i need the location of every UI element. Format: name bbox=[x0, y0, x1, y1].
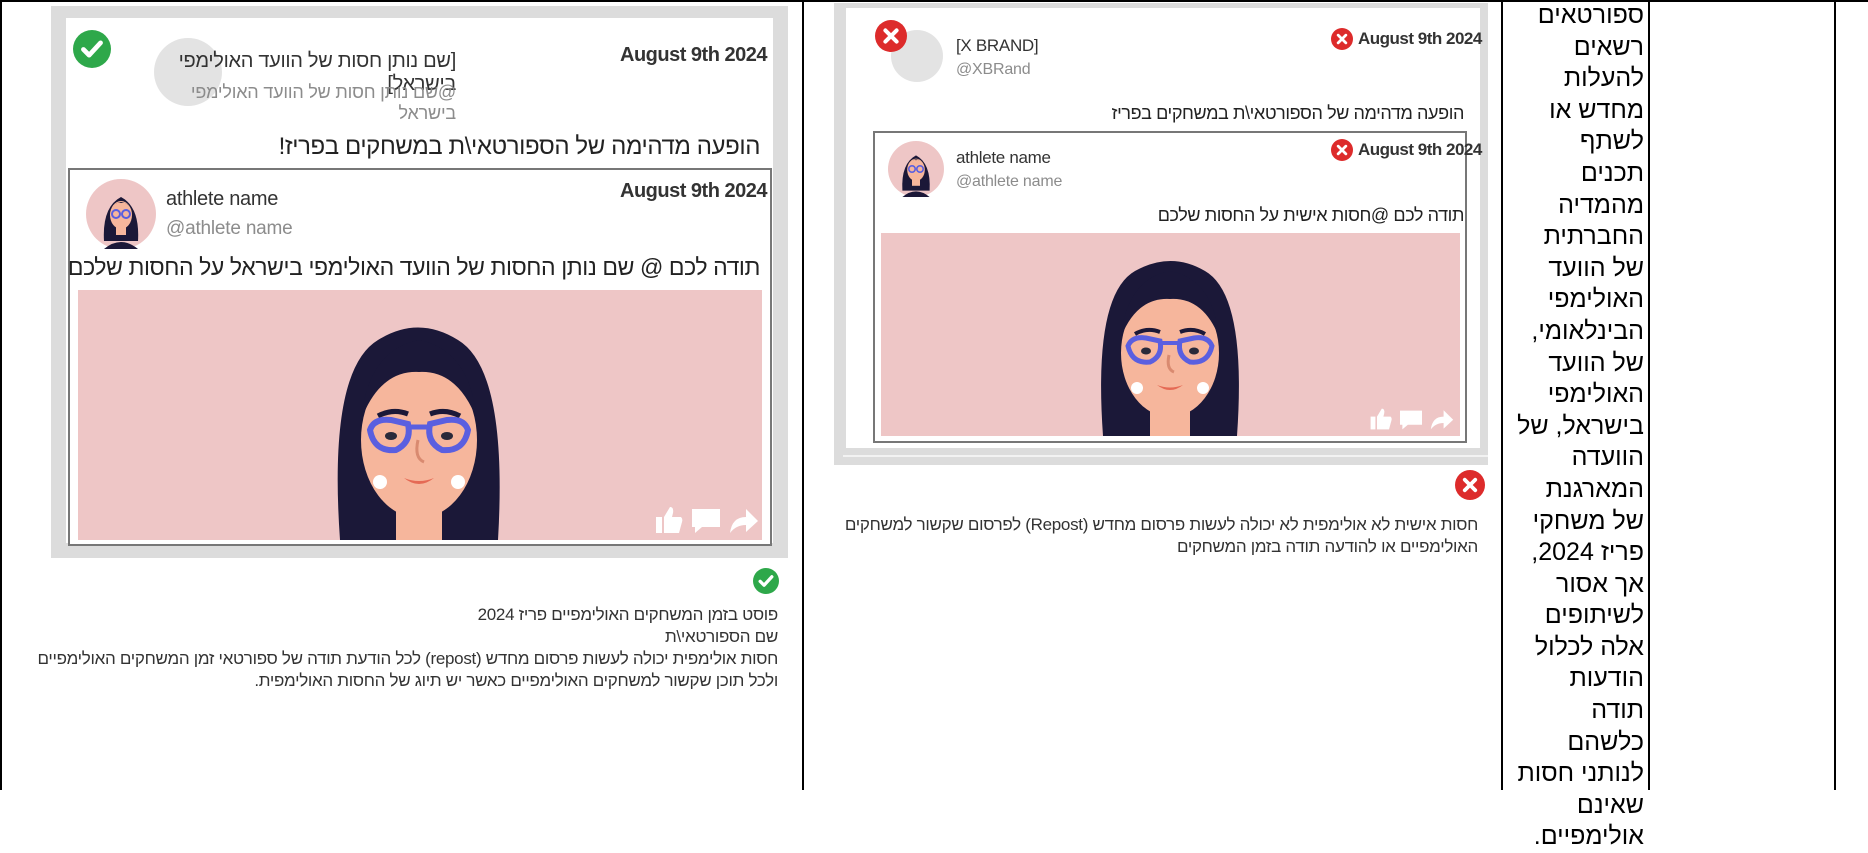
left-quoted-text: תודה לכם @ שם נותן החסות של הוועד האולימ… bbox=[67, 254, 761, 280]
left-post-text: הופעה מדהימה של הספורטאי\ת במשחקים בפריז… bbox=[278, 133, 761, 160]
left-caption-line-2: שם הספורטאי\ת bbox=[664, 627, 778, 646]
left-athlete-image bbox=[78, 290, 762, 540]
comment-icon[interactable] bbox=[1398, 409, 1424, 431]
right-athlete-handle: @athlete name bbox=[956, 173, 1063, 190]
right-athlete-avatar bbox=[888, 141, 944, 197]
right-post-date: August 9th 2024 bbox=[1358, 29, 1482, 48]
table-divider-3 bbox=[1648, 0, 1650, 790]
rule-text: ספורטאים רשאים להעלות מחדש או לשתף תכנים… bbox=[1517, 1, 1644, 851]
right-athlete-image bbox=[881, 233, 1460, 436]
right-athlete-name: athlete name bbox=[956, 148, 1051, 167]
like-icon[interactable] bbox=[654, 505, 684, 535]
left-athlete-handle: @athlete name bbox=[166, 218, 293, 239]
right-post-text: הופעה מדהימה של הספורטאי\ת במשחקים בפריז bbox=[1111, 103, 1465, 123]
left-sponsor-handle: @שם נותן חסות של הוועד האולימפי בישראל bbox=[190, 82, 456, 123]
right-caption-line-2: האולימפיים או להודעה תודה בזמן המשחקים bbox=[1176, 537, 1478, 556]
right-frame-ghost-line bbox=[843, 455, 1488, 457]
x-circle-icon bbox=[1331, 139, 1353, 161]
table-divider-2 bbox=[1501, 0, 1503, 790]
left-caption-line-3: חסות אולימפית יכולה לעשות פרסום מחדש (re… bbox=[37, 649, 778, 668]
x-circle-icon bbox=[1331, 28, 1353, 50]
right-quoted-text: תודה לכם @חסות אישית על החסות שלכם bbox=[1157, 205, 1465, 225]
table-border-left bbox=[0, 0, 2, 790]
left-post-date: August 9th 2024 bbox=[620, 44, 767, 66]
left-action-icons bbox=[654, 505, 762, 537]
x-circle-icon bbox=[1455, 470, 1485, 500]
right-brand-name: [X BRAND] bbox=[956, 36, 1039, 55]
like-icon[interactable] bbox=[1369, 407, 1393, 431]
check-circle-icon bbox=[73, 30, 111, 68]
left-athlete-name: athlete name bbox=[166, 188, 279, 210]
right-quoted-date: August 9th 2024 bbox=[1358, 140, 1482, 159]
share-icon[interactable] bbox=[1429, 407, 1455, 431]
left-athlete-avatar bbox=[86, 179, 156, 249]
right-brand-handle: @XBRand bbox=[956, 61, 1031, 78]
share-icon[interactable] bbox=[728, 505, 760, 535]
x-circle-icon bbox=[875, 20, 907, 52]
right-caption-line-1: חסות אישית לא אולימפית לא יכולה לעשות פר… bbox=[844, 515, 1478, 534]
comment-icon[interactable] bbox=[690, 507, 722, 535]
table-divider-1 bbox=[802, 0, 804, 790]
left-caption-line-4: ולכל תוכן שקשור למשחקים האולימפיים כאשר … bbox=[254, 671, 778, 690]
check-circle-icon bbox=[753, 568, 779, 594]
left-quoted-date: August 9th 2024 bbox=[620, 180, 767, 202]
left-caption-line-1: פוסט בזמן המשחקים האולימפיים פריז 2024 bbox=[477, 605, 779, 624]
table-border-right bbox=[1834, 0, 1836, 790]
right-action-icons bbox=[1369, 407, 1457, 433]
